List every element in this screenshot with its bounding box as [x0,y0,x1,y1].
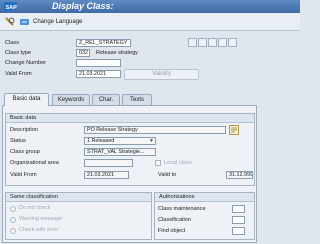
local-class-checkbox[interactable] [155,160,161,166]
auth-classification-field[interactable] [232,216,245,224]
valid-from-field[interactable]: 21.03.2021 [76,70,121,78]
auth-find-object-label: Find object [158,228,186,234]
valid-from-label-2: Valid From [10,172,37,178]
change-language-icon[interactable] [19,17,30,27]
title-bar: SAP Display Class: [0,0,300,13]
local-class-label: Local class [164,160,192,166]
class-field[interactable]: Z_REL_STRATEGY [76,39,131,47]
status-label: Status [10,138,26,144]
chevron-down-icon[interactable]: ▼ [149,138,154,144]
change-language-button[interactable]: Change Language [33,16,82,28]
change-number-label: Change Number [5,60,47,66]
valid-to-label: Valid to [158,172,177,178]
note-icon[interactable] [228,38,237,47]
radio-do-not-check-label: Do not check [19,205,51,211]
auth-class-maintenance-label: Class maintenance [158,206,206,212]
radio-do-not-check[interactable] [10,206,16,212]
display-change-icon[interactable] [4,17,15,27]
description-label: Description [10,127,38,133]
change-number-field[interactable] [76,59,121,67]
org-area-label: Organizational area [10,160,59,166]
radio-check-with-error-label: Check with error [19,227,59,233]
window-title: Display Class: [52,1,114,11]
svg-text:SAP: SAP [6,5,18,11]
radio-warning-message[interactable] [10,217,16,223]
application-toolbar: Change Language [0,13,300,31]
edit-icon[interactable] [188,38,197,47]
valid-from-field-2[interactable]: 21.03.2021 [84,171,129,179]
tab-texts[interactable]: Texts [122,94,152,105]
validity-button[interactable]: Validity [124,69,199,80]
tab-basic-data[interactable]: Basic data [4,93,49,106]
pencil-icon[interactable] [198,38,207,47]
auth-find-object-field[interactable] [232,227,245,235]
tab-keywords[interactable]: Keywords [52,94,90,105]
status-value: 1 Released [87,138,115,144]
class-type-label: Class type [5,50,32,56]
class-type-field[interactable]: 032 [76,49,90,57]
valid-from-label: Valid From [5,71,32,77]
auth-class-maintenance-field[interactable] [232,205,245,213]
valid-to-field[interactable]: 31.12.9999 [226,171,253,179]
description-field[interactable]: PO Release Strategy [84,126,226,134]
status-dropdown[interactable]: 1 Released ▼ [84,137,156,145]
class-type-description: Release strategy [96,50,138,56]
same-classification-title: Same classification [6,193,151,202]
basic-data-title: Basic data [6,114,254,123]
link-icon[interactable] [208,38,217,47]
org-area-field[interactable] [84,159,133,167]
radio-check-with-error[interactable] [10,228,16,234]
auth-classification-label: Classification [158,217,191,223]
sap-logo-icon: SAP [4,2,18,11]
class-label: Class [5,40,19,46]
class-group-field[interactable]: STRAT_VAL Strategie... [84,148,156,156]
authorizations-title: Authorizations [155,193,254,202]
class-group-label: Class group [10,149,40,155]
multilang-icon[interactable] [229,125,239,135]
radio-warning-message-label: Warning message [19,216,63,222]
documents-icon[interactable] [218,38,227,47]
tab-char[interactable]: Char. [92,94,120,105]
